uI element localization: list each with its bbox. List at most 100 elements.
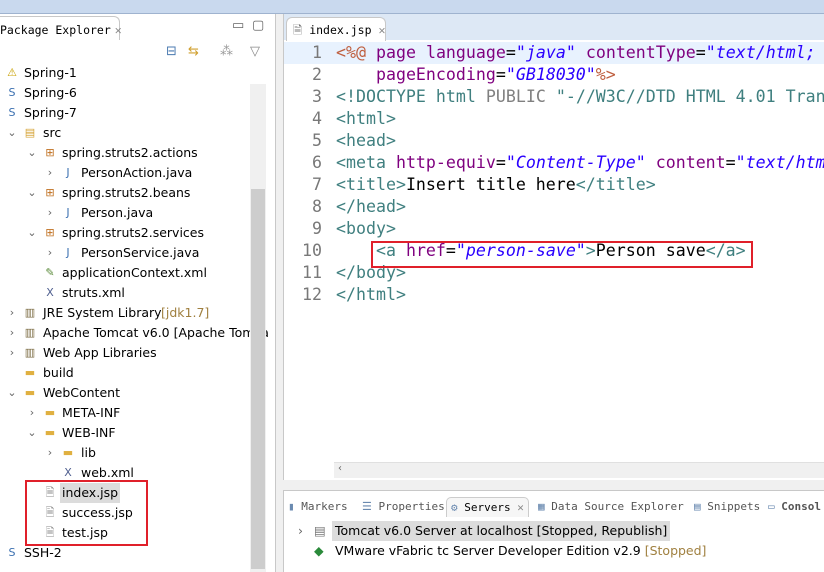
tree-item[interactable]: › J PersonAction.java (0, 163, 250, 183)
code-token: <!DOCTYPE (336, 87, 426, 106)
minimize-icon[interactable]: ▭ (232, 18, 244, 33)
folder-icon: ▬ (24, 366, 36, 379)
chevron-right-icon[interactable]: › (44, 203, 56, 223)
chevron-down-icon[interactable]: ⌄ (26, 223, 38, 243)
code-line: 12 </html> (284, 284, 824, 306)
collapse-all-icon[interactable]: ⊟ (166, 44, 177, 59)
tree-item[interactable]: S SSH-2 (0, 543, 250, 563)
tree-item-label: Spring-6 (24, 85, 77, 100)
tree-item-label: lib (81, 445, 96, 460)
scrollbar-thumb[interactable] (251, 189, 265, 569)
package-icon: ⊞ (45, 186, 55, 199)
maximize-icon[interactable]: ▢ (252, 18, 264, 33)
filters-icon[interactable]: ⁂ (220, 44, 233, 59)
chevron-down-icon[interactable]: ⌄ (6, 123, 18, 143)
source-folder-icon: ▤ (24, 126, 36, 139)
spring-project-icon: S (8, 106, 16, 119)
code-token: "java" (515, 43, 576, 62)
tree-item[interactable]: ⌄ ⊞ spring.struts2.actions (0, 143, 250, 163)
code-token: "text/htm (735, 153, 824, 172)
link-with-editor-icon[interactable]: ⇆ (188, 44, 199, 59)
jsp-file-icon: 🗎 (293, 23, 303, 37)
tree-item[interactable]: › J PersonService.java (0, 243, 250, 263)
chevron-right-icon[interactable]: › (6, 303, 18, 323)
tree-item-label: struts.xml (62, 285, 125, 300)
code-token: "text/html; (705, 43, 816, 62)
close-icon[interactable]: ✕ (115, 23, 122, 37)
java-file-icon: J (66, 206, 70, 219)
tree-item-label: JRE System Library (43, 305, 162, 320)
tab-index-jsp[interactable]: 🗎 index.jsp ✕ (286, 17, 386, 41)
chevron-right-icon[interactable]: › (6, 343, 18, 363)
chevron-down-icon[interactable]: ⌄ (26, 183, 38, 203)
horizontal-scrollbar[interactable]: ‹ (334, 462, 824, 478)
line-number: 7 (312, 175, 322, 194)
code-token: contentType (585, 43, 696, 62)
tree-item[interactable]: ⌄ ▬ WebContent (0, 383, 250, 403)
xml-file-icon: X (64, 466, 72, 479)
tree-item[interactable]: ⌄ ▤ src (0, 123, 250, 143)
code-token: </title> (575, 175, 656, 194)
tree-item[interactable]: ⌄ ▬ WEB-INF (0, 423, 250, 443)
tab-servers[interactable]: ⚙ Servers ✕ (446, 497, 529, 517)
chevron-right-icon[interactable]: › (6, 323, 18, 343)
tab-properties[interactable]: ☰ Properties (362, 497, 445, 517)
spring-project-icon: S (8, 86, 16, 99)
chevron-down-icon[interactable]: ⌄ (26, 143, 38, 163)
chevron-right-icon[interactable]: › (44, 243, 56, 263)
chevron-right-icon[interactable]: › (298, 521, 303, 541)
tree-item[interactable]: › ▥ Web App Libraries (0, 343, 250, 363)
library-icon: ▥ (24, 326, 36, 339)
code-line: 8 </head> (284, 196, 824, 218)
tree-item-label: WebContent (43, 385, 120, 400)
close-icon[interactable]: ✕ (378, 23, 385, 37)
tree-item[interactable]: S Spring-6 (0, 83, 250, 103)
view-menu-icon[interactable]: ▽ (250, 44, 260, 59)
code-token: html (435, 87, 476, 106)
tree-item[interactable]: S Spring-7 (0, 103, 250, 123)
tree-item[interactable]: › J Person.java (0, 203, 250, 223)
folder-icon: ▬ (44, 426, 56, 439)
chevron-right-icon[interactable]: › (44, 443, 56, 463)
code-token: = (725, 153, 736, 172)
code-token: PUBLIC (485, 87, 546, 106)
folder-icon: ▬ (62, 446, 74, 459)
tree-item-label: spring.struts2.actions (62, 145, 198, 160)
tree-item[interactable]: ▬ build (0, 363, 250, 383)
tree-item[interactable]: ⌄ ⊞ spring.struts2.services (0, 223, 250, 243)
code-token: </head> (336, 197, 406, 216)
servers-icon: ⚙ (451, 501, 465, 514)
markers-icon: ▮ (288, 500, 302, 513)
tab-data-source-explorer[interactable]: ▦ Data Source Explorer (538, 497, 684, 517)
tree-item-label: Spring-1 (24, 65, 77, 80)
code-highlight-box (371, 241, 753, 268)
tree-item[interactable]: ⚠ Spring-1 (0, 63, 250, 83)
chevron-right-icon[interactable]: › (26, 403, 38, 423)
chevron-down-icon[interactable]: ⌄ (26, 423, 38, 443)
line-number: 4 (312, 109, 322, 128)
tab-consol[interactable]: ▭ Consol (768, 497, 821, 517)
tree-item[interactable]: ✎ applicationContext.xml (0, 263, 250, 283)
tree-item-decoration: [jdk1.7] (161, 305, 210, 320)
tree-item[interactable]: › ▬ lib (0, 443, 250, 463)
close-icon[interactable]: ✕ (511, 501, 524, 514)
chevron-down-icon[interactable]: ⌄ (6, 383, 18, 403)
tree-item[interactable]: Xstruts.xml (0, 283, 250, 303)
tree-item[interactable]: ⌄ ⊞ spring.struts2.beans (0, 183, 250, 203)
tab-markers[interactable]: ▮ Markers (288, 497, 348, 517)
code-line: 6 <meta http-equiv="Content-Type" content… (284, 152, 824, 174)
tree-item-label: spring.struts2.beans (62, 185, 191, 200)
tree-item[interactable]: › ▥ JRE System Library [jdk1.7] (0, 303, 250, 323)
tree-item[interactable]: › ▥ Apache Tomcat v6.0 [Apache Tomca (0, 323, 269, 343)
tomcat-server-icon: ▤ (314, 523, 326, 538)
code-token: "-//W3C//DTD HTML 4.01 Tran (555, 87, 824, 106)
spring-project-icon: S (8, 546, 16, 559)
tree-item[interactable]: › ▬ META-INF (0, 403, 250, 423)
tab-snippets[interactable]: ▤ Snippets (694, 497, 760, 517)
code-token: Insert title here (405, 175, 576, 194)
chevron-right-icon[interactable]: › (44, 163, 56, 183)
tab-package-explorer[interactable]: Package Explorer ✕ (0, 16, 122, 40)
